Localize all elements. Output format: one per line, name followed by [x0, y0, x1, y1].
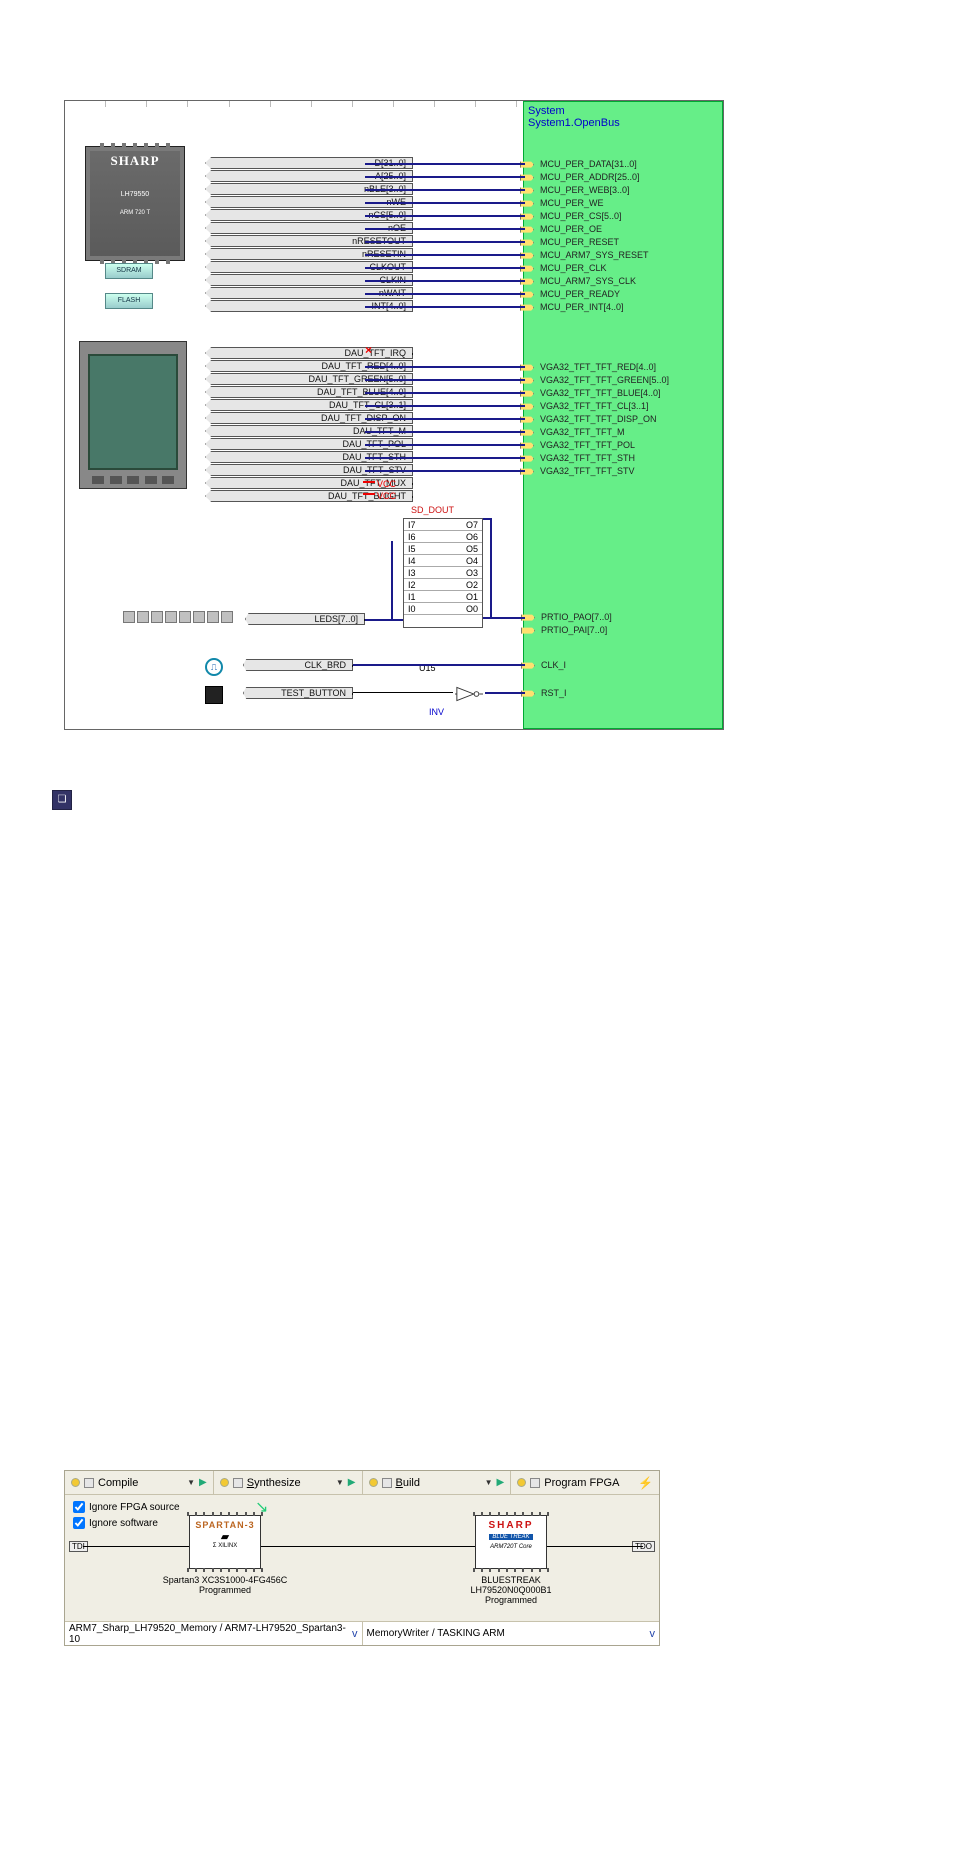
schematic-canvas[interactable]: System System1.OpenBus MCU_PER_DATA[31..… [64, 100, 724, 730]
vcc-label: VCC [377, 479, 396, 489]
toolchain-combo[interactable]: MemoryWriter / TASKING ARMv [363, 1622, 660, 1645]
inv-gate[interactable] [455, 685, 483, 703]
net-clk-brd[interactable]: CLK_BRD [243, 659, 353, 671]
net-test-button[interactable]: TEST_BUTTON [243, 687, 353, 699]
port-clk-i[interactable]: CLK_I [541, 660, 566, 670]
sharp-chip[interactable]: SHARP LH79550 ARM 720 T [85, 146, 185, 261]
inv-label: INV [429, 707, 444, 717]
no-connect-icon: × [365, 343, 372, 357]
bluestreak-chip[interactable]: SHARP BLUE TREAK ARM720T Core [475, 1515, 547, 1569]
port[interactable]: MCU_PER_WE [540, 198, 604, 208]
port-prtio-pao[interactable]: PRTIO_PAO[7..0] [541, 612, 612, 622]
openbus-title: System System1.OpenBus [524, 102, 722, 132]
port[interactable]: MCU_ARM7_SYS_RESET [540, 250, 649, 260]
port[interactable]: MCU_PER_WEB[3..0] [540, 185, 630, 195]
port[interactable]: MCU_PER_INT[4..0] [540, 302, 624, 312]
port[interactable]: MCU_PER_DATA[31..0] [540, 159, 637, 169]
bluestreak-part: BLUESTREAK LH79520N0Q000B1Programmed [441, 1575, 581, 1605]
port-prtio-pai[interactable]: PRTIO_PAI[7..0] [541, 625, 607, 635]
lcd-screen [88, 354, 178, 470]
compile-button[interactable]: Compile ▼▶ [65, 1471, 214, 1494]
port[interactable]: VGA32_TFT_TFT_STH [540, 453, 635, 463]
net-dau-tft-irq[interactable]: DAU_TFT_IRQ [205, 347, 413, 359]
buffer-8bit[interactable]: I7O7I6O6I5O5I4O4I3O3I2O2I1O1I0O0 [403, 518, 483, 628]
port[interactable]: VGA32_TFT_TFT_STV [540, 466, 635, 476]
port[interactable]: MCU_PER_RESET [540, 237, 619, 247]
port[interactable]: MCU_ARM7_SYS_CLK [540, 276, 636, 286]
port[interactable]: VGA32_TFT_TFT_DISP_ON [540, 414, 657, 424]
port[interactable]: VGA32_TFT_TFT_GREEN[5..0] [540, 375, 669, 385]
port[interactable]: VGA32_TFT_TFT_M [540, 427, 625, 437]
vcc-label: VCC [377, 491, 396, 501]
clock-icon: ⎍ [205, 658, 223, 676]
port[interactable]: MCU_PER_ADDR[25..0] [540, 172, 640, 182]
port[interactable]: VGA32_TFT_TFT_RED[4..0] [540, 362, 656, 372]
synthesize-button[interactable]: SSynthesizeynthesize ▼▶ [214, 1471, 363, 1494]
port[interactable]: MCU_PER_CS[5..0] [540, 211, 622, 221]
lcd-panel[interactable] [79, 341, 187, 489]
ignore-software-checkbox[interactable]: Ignore software [73, 1517, 158, 1529]
chip-part: LH79550 [86, 191, 184, 198]
chip-title: SHARP [86, 153, 184, 169]
spartan3-chip[interactable]: SPARTAN-3 ▰ Σ XILINX [189, 1515, 261, 1569]
devices-toolbar: Compile ▼▶ SSynthesizeynthesize ▼▶ Build… [65, 1471, 659, 1495]
build-button[interactable]: Build Build ▼▶ [363, 1471, 512, 1494]
chip-core: ARM 720 T [86, 210, 184, 216]
sd-dout-label: SD_DOUT [411, 505, 454, 515]
port[interactable]: MCU_PER_OE [540, 224, 602, 234]
net-leds[interactable]: LEDS[7..0] [245, 613, 365, 625]
port[interactable]: VGA32_TFT_TFT_CL[3..1] [540, 401, 649, 411]
port[interactable]: MCU_PER_READY [540, 289, 620, 299]
button-icon [205, 686, 223, 704]
port[interactable]: VGA32_TFT_TFT_POL [540, 440, 635, 450]
leds-icon [123, 611, 235, 623]
ignore-fpga-checkbox[interactable]: Ignore FPGA source [73, 1501, 180, 1513]
port[interactable]: VGA32_TFT_TFT_BLUE[4..0] [540, 388, 661, 398]
devices-panel: Compile ▼▶ SSynthesizeynthesize ▼▶ Build… [64, 1470, 660, 1646]
project-combo[interactable]: ARM7_Sharp_LH79520_Memory / ARM7-LH79520… [65, 1622, 363, 1645]
port[interactable]: MCU_PER_CLK [540, 263, 607, 273]
flash-chip[interactable]: FLASH [105, 293, 153, 309]
sdram-chip[interactable]: SDRAM [105, 263, 153, 279]
port-rst-i[interactable]: RST_I [541, 688, 567, 698]
program-fpga-button[interactable]: Program FPGA ⚡ [511, 1471, 659, 1494]
doc-icon[interactable]: ❏ [52, 790, 72, 810]
spartan3-part: Spartan3 XC3S1000-4FG456CProgrammed [155, 1575, 295, 1595]
